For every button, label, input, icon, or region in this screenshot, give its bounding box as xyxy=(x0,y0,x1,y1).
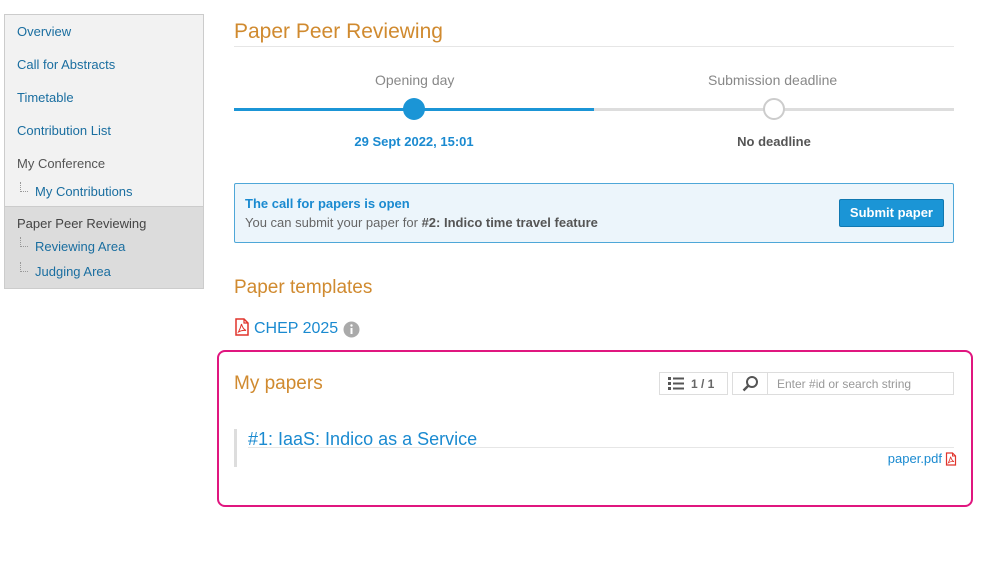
tree-connector xyxy=(20,262,28,272)
opening-day-label: Opening day xyxy=(375,72,455,88)
callout-title: The call for papers is open xyxy=(245,196,410,211)
callout-contribution: #2: Indico time travel feature xyxy=(421,215,598,230)
sidebar-item-judging-area[interactable]: Judging Area xyxy=(5,260,203,284)
template-link[interactable]: CHEP 2025 xyxy=(254,320,338,338)
paper-templates-heading: Paper templates xyxy=(234,277,373,298)
paper-divider xyxy=(248,447,954,448)
paper-list-item: #1: IaaS: Indico as a Service paper.pdf xyxy=(234,429,957,467)
sidebar-group-paper-reviewing: Paper Peer Reviewing Reviewing Area Judg… xyxy=(5,206,203,288)
sidebar-item-overview[interactable]: Overview xyxy=(5,15,203,48)
list-icon xyxy=(668,376,684,391)
paper-file-name: paper.pdf xyxy=(887,451,942,466)
page-title: Paper Peer Reviewing xyxy=(234,20,443,43)
submit-paper-button[interactable]: Submit paper xyxy=(838,199,944,227)
callout-text-prefix: You can submit your paper for xyxy=(245,215,422,230)
sidebar-menu: Overview Call for Abstracts Timetable Co… xyxy=(4,14,204,289)
paper-search xyxy=(732,372,954,395)
submission-deadline-label: Submission deadline xyxy=(708,72,838,88)
opening-day-value: 29 Sept 2022, 15:01 xyxy=(354,134,474,149)
deadline-value: No deadline xyxy=(737,134,811,149)
sidebar-item-my-contributions[interactable]: My Contributions xyxy=(5,180,203,204)
search-input[interactable] xyxy=(768,373,953,394)
opening-day-marker xyxy=(403,98,425,120)
paper-count-toggle[interactable]: 1 / 1 xyxy=(659,372,728,395)
sidebar-item-call-for-abstracts[interactable]: Call for Abstracts xyxy=(5,48,203,81)
search-icon[interactable] xyxy=(733,373,768,394)
deadline-marker xyxy=(763,98,785,120)
callout-text: You can submit your paper for #2: Indico… xyxy=(245,215,598,230)
pdf-icon xyxy=(234,317,250,341)
sidebar-item-my-conference[interactable]: My Conference xyxy=(5,147,203,180)
sidebar-item-contribution-list[interactable]: Contribution List xyxy=(5,114,203,147)
my-papers-heading: My papers xyxy=(234,373,323,394)
template-item: CHEP 2025 xyxy=(234,317,360,341)
call-for-papers-callout: The call for papers is open You can subm… xyxy=(234,183,954,243)
paper-count: 1 / 1 xyxy=(691,376,715,391)
pdf-icon xyxy=(945,451,957,466)
info-icon[interactable] xyxy=(343,321,360,338)
tree-connector xyxy=(20,237,28,247)
title-divider xyxy=(234,46,954,47)
paper-file-link[interactable]: paper.pdf xyxy=(888,451,957,466)
sidebar-item-label: Reviewing Area xyxy=(35,239,126,254)
sidebar-item-label: My Contributions xyxy=(35,184,133,199)
sidebar-item-label: Judging Area xyxy=(35,264,111,279)
sidebar-item-reviewing-area[interactable]: Reviewing Area xyxy=(5,235,203,259)
sidebar-item-timetable[interactable]: Timetable xyxy=(5,81,203,114)
tree-connector xyxy=(20,182,28,192)
